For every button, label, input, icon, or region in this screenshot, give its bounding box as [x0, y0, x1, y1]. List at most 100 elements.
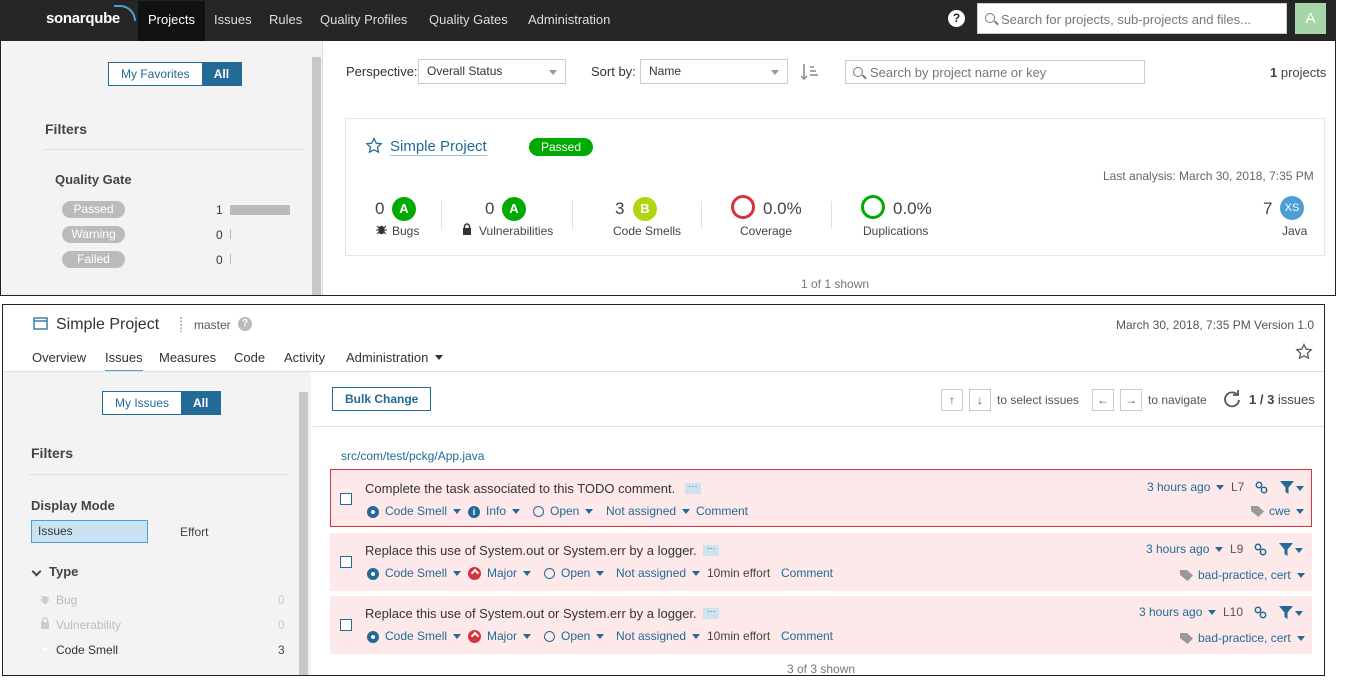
display-mode-issues[interactable]: Issues	[31, 520, 148, 543]
avatar[interactable]: A	[1295, 3, 1326, 34]
code-smells-value[interactable]: 3	[615, 199, 624, 219]
issue-message[interactable]: Complete the task associated to this TOD…	[365, 481, 675, 496]
issue-comment-link[interactable]: Comment	[781, 566, 833, 580]
filter-icon[interactable]	[1279, 606, 1293, 619]
sort-select[interactable]: Name	[640, 59, 788, 84]
bugs-rating[interactable]: A	[392, 197, 416, 221]
project-title[interactable]: Simple Project	[56, 316, 159, 334]
link-icon[interactable]	[1255, 481, 1268, 494]
issue-type[interactable]: Code Smell	[367, 629, 461, 643]
issue-tags[interactable]: bad-practice, cert	[1198, 631, 1305, 645]
code-smells-rating[interactable]: B	[633, 197, 657, 221]
project-name-link[interactable]: Simple Project	[390, 138, 487, 156]
issue-type[interactable]: Code Smell	[367, 566, 461, 580]
type-bug[interactable]: Bug	[56, 593, 77, 607]
select-down-key[interactable]: ↓	[969, 389, 991, 411]
gate-passed-pill[interactable]: Passed	[62, 201, 125, 218]
type-vulnerability[interactable]: Vulnerability	[56, 618, 121, 632]
issue-tags[interactable]: bad-practice, cert	[1198, 568, 1305, 582]
file-path-link[interactable]: src/com/test/pckg/App.java	[341, 449, 484, 463]
issue-assignee[interactable]: Not assigned	[616, 629, 700, 643]
link-icon[interactable]	[1254, 606, 1267, 619]
link-icon[interactable]	[1254, 543, 1267, 556]
issue-row[interactable]: Replace this use of System.out or System…	[330, 596, 1312, 654]
nav-administration[interactable]: Administration	[528, 1, 610, 41]
issue-row[interactable]: Complete the task associated to this TOD…	[330, 469, 1312, 527]
refresh-icon[interactable]	[1222, 389, 1242, 409]
vulnerabilities-rating[interactable]: A	[502, 197, 526, 221]
star-icon[interactable]	[1295, 343, 1313, 361]
issue-status[interactable]: Open	[544, 629, 604, 643]
filter-icon[interactable]	[1279, 543, 1293, 556]
tab-issues[interactable]: Issues	[105, 350, 143, 373]
issue-checkbox[interactable]	[340, 493, 352, 505]
coverage-value[interactable]: 0.0%	[763, 199, 802, 219]
type-title[interactable]: Type	[49, 564, 78, 579]
issue-comment-link[interactable]: Comment	[781, 629, 833, 643]
issue-comment-link[interactable]: Comment	[696, 504, 748, 518]
issue-more-icon[interactable]: ···	[703, 544, 719, 556]
gate-failed-pill[interactable]: Failed	[62, 251, 125, 268]
select-up-key[interactable]: ↑	[941, 389, 963, 411]
issue-more-icon[interactable]: ···	[703, 607, 719, 619]
navigate-left-key[interactable]: ←	[1092, 389, 1114, 411]
bugs-value[interactable]: 0	[375, 199, 384, 219]
duplications-value[interactable]: 0.0%	[893, 199, 932, 219]
sonarqube-logo[interactable]: sonarqube	[46, 5, 136, 27]
issue-message[interactable]: Replace this use of System.out or System…	[365, 543, 697, 558]
bulk-change-button[interactable]: Bulk Change	[332, 387, 432, 411]
all-projects-button[interactable]: All	[201, 63, 242, 85]
tab-administration[interactable]: Administration	[346, 350, 443, 365]
star-icon[interactable]	[365, 137, 383, 155]
chevron-down-icon[interactable]	[1295, 611, 1303, 616]
issue-checkbox[interactable]	[340, 619, 352, 631]
tab-measures[interactable]: Measures	[159, 350, 216, 365]
tab-code[interactable]: Code	[234, 350, 265, 365]
branch-name[interactable]: master	[194, 318, 231, 332]
sort-icon[interactable]	[801, 63, 819, 81]
my-issues-button[interactable]: My Issues	[103, 392, 182, 414]
project-search-input[interactable]: Search by project name or key	[845, 60, 1145, 84]
global-search-input[interactable]: Search for projects, sub-projects and fi…	[977, 3, 1287, 34]
issue-checkbox[interactable]	[340, 556, 352, 568]
all-issues-button[interactable]: All	[181, 392, 221, 414]
issue-time[interactable]: 3 hours ago	[1147, 480, 1224, 494]
issue-assignee[interactable]: Not assigned	[606, 504, 690, 518]
tab-overview[interactable]: Overview	[32, 350, 86, 365]
help-icon[interactable]: ?	[948, 10, 965, 27]
type-code-smell[interactable]: Code Smell	[56, 643, 118, 657]
sidebar-scrollbar[interactable]	[312, 57, 321, 295]
issue-severity[interactable]: Major	[468, 566, 531, 581]
nav-quality-gates[interactable]: Quality Gates	[429, 1, 508, 41]
nav-projects[interactable]: Projects	[138, 1, 205, 41]
issue-tags[interactable]: cwe	[1269, 504, 1304, 518]
issue-row[interactable]: Replace this use of System.out or System…	[330, 533, 1312, 591]
issue-time[interactable]: 3 hours ago	[1146, 542, 1223, 556]
nav-rules[interactable]: Rules	[269, 1, 302, 41]
my-favorites-button[interactable]: My Favorites	[109, 63, 202, 85]
tab-activity[interactable]: Activity	[284, 350, 325, 365]
filter-icon[interactable]	[1280, 481, 1294, 494]
duplications-donut[interactable]	[861, 195, 885, 219]
vulnerabilities-value[interactable]: 0	[485, 199, 494, 219]
issue-status[interactable]: Open	[533, 504, 593, 518]
chevron-down-icon[interactable]	[1295, 548, 1303, 553]
nav-issues[interactable]: Issues	[214, 1, 252, 41]
issue-status[interactable]: Open	[544, 566, 604, 580]
perspective-select[interactable]: Overall Status	[418, 59, 566, 84]
gate-warning-pill[interactable]: Warning	[62, 226, 125, 243]
issue-severity[interactable]: Major	[468, 629, 531, 644]
nav-quality-profiles[interactable]: Quality Profiles	[320, 1, 407, 41]
chevron-down-icon[interactable]	[1296, 486, 1304, 491]
sidebar-scrollbar[interactable]	[299, 392, 308, 675]
issue-more-icon[interactable]: ···	[685, 482, 701, 494]
issue-severity[interactable]: i Info	[468, 504, 520, 518]
help-icon[interactable]: ?	[238, 317, 252, 331]
issue-type[interactable]: Code Smell	[367, 504, 461, 518]
coverage-donut[interactable]	[731, 195, 755, 219]
issue-assignee[interactable]: Not assigned	[616, 566, 700, 580]
issue-message[interactable]: Replace this use of System.out or System…	[365, 606, 697, 621]
navigate-right-key[interactable]: →	[1120, 389, 1142, 411]
issue-time[interactable]: 3 hours ago	[1139, 605, 1216, 619]
display-mode-effort[interactable]: Effort	[180, 525, 208, 539]
